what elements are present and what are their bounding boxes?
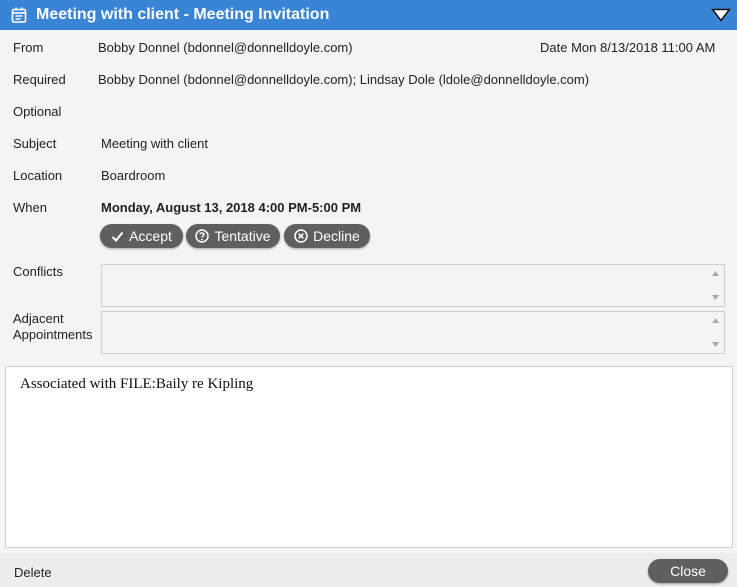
optional-label: Optional	[13, 104, 62, 119]
location-value: Boardroom	[101, 168, 166, 183]
scroll-up-icon[interactable]	[712, 271, 719, 276]
subject-label: Subject	[13, 136, 57, 151]
title-bar: Meeting with client - Meeting Invitation	[0, 0, 737, 30]
adjacent-label-line1: Adjacent	[13, 311, 64, 326]
from-label: From	[13, 40, 44, 55]
adjacent-appointments-list[interactable]	[101, 311, 725, 354]
footer-bar: Delete Close	[0, 553, 737, 587]
triangle-down-icon[interactable]	[711, 8, 731, 22]
x-circle-icon	[294, 229, 308, 243]
scroll-down-icon[interactable]	[712, 295, 719, 300]
decline-button[interactable]: Decline	[284, 224, 370, 248]
scroll-up-icon[interactable]	[712, 318, 719, 323]
calendar-icon	[11, 7, 27, 23]
window-title: Meeting with client - Meeting Invitation	[36, 6, 330, 23]
tentative-button[interactable]: Tentative	[186, 224, 280, 248]
tentative-label: Tentative	[214, 228, 271, 244]
message-body-text: Associated with FILE:Baily re Kipling	[20, 376, 254, 392]
message-body[interactable]: Associated with FILE:Baily re Kipling	[5, 366, 733, 548]
question-circle-icon	[195, 229, 210, 243]
scroll-down-icon[interactable]	[712, 342, 719, 347]
conflicts-label: Conflicts	[13, 264, 63, 279]
close-label: Close	[670, 563, 706, 579]
delete-button[interactable]: Delete	[14, 565, 52, 580]
adjacent-appointments-label: Adjacent Appointments	[13, 311, 93, 343]
accept-label: Accept	[129, 228, 172, 244]
when-label: When	[13, 200, 47, 215]
adjacent-label-line2: Appointments	[13, 327, 93, 342]
required-label: Required	[13, 72, 66, 87]
from-value: Bobby Donnel (bdonnel@donnelldoyle.com)	[98, 40, 353, 55]
conflicts-list[interactable]	[101, 264, 725, 307]
date-value: Date Mon 8/13/2018 11:00 AM	[540, 40, 716, 55]
check-icon	[111, 231, 124, 242]
location-label: Location	[13, 168, 63, 183]
close-button[interactable]: Close	[648, 559, 728, 583]
when-value: Monday, August 13, 2018 4:00 PM-5:00 PM	[101, 200, 362, 215]
required-value: Bobby Donnel (bdonnel@donnelldoyle.com);…	[98, 72, 590, 87]
subject-value: Meeting with client	[101, 136, 208, 151]
decline-label: Decline	[313, 228, 360, 244]
accept-button[interactable]: Accept	[100, 224, 183, 248]
